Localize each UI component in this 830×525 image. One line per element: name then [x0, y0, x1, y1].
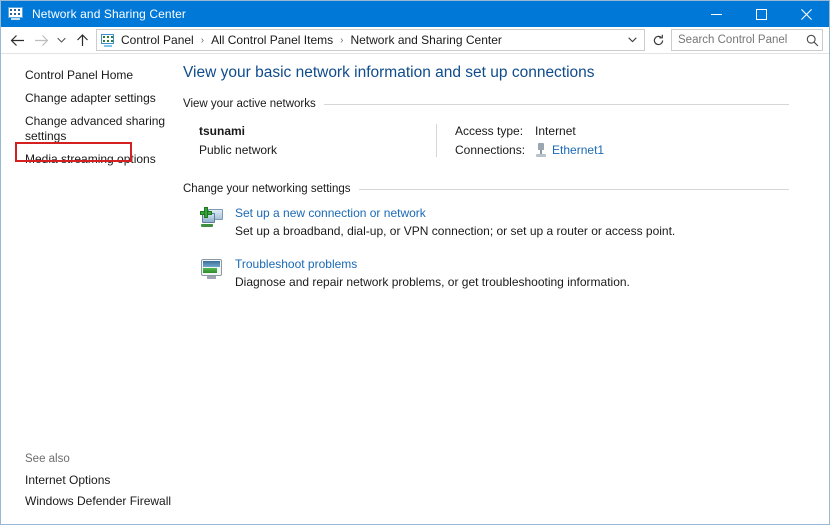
up-level-button[interactable]: [70, 28, 94, 52]
search-box[interactable]: [671, 29, 823, 51]
sidebar-item-control-panel-home[interactable]: Control Panel Home: [1, 64, 179, 87]
network-type: Public network: [199, 143, 436, 157]
networking-settings-section-header: Change your networking settings: [183, 183, 809, 195]
title-bar: Network and Sharing Center: [1, 1, 829, 27]
search-icon[interactable]: [802, 34, 822, 47]
networking-settings-section: Change your networking settings Set up a…: [181, 183, 809, 289]
sidebar-item-change-adapter-settings[interactable]: Change adapter settings: [1, 87, 179, 110]
see-also-title: See also: [1, 453, 179, 470]
breadcrumb: Control Panel › All Control Panel Items …: [119, 33, 504, 47]
connections-value-cell: Ethernet1: [535, 143, 604, 157]
breadcrumb-separator-icon[interactable]: ›: [196, 35, 209, 46]
main-content: View your basic network information and …: [179, 54, 829, 524]
maximize-button[interactable]: [739, 1, 784, 27]
network-sharing-icon: [8, 6, 24, 22]
network-details: Access type: Internet Connections: Ether…: [455, 124, 604, 157]
address-bar[interactable]: Control Panel › All Control Panel Items …: [96, 29, 645, 51]
setting-item-new-connection[interactable]: Set up a new connection or network Set u…: [199, 205, 809, 238]
network-name: tsunami: [199, 124, 436, 138]
access-type-value: Internet: [535, 124, 604, 138]
setting-text-new-connection: Set up a new connection or network Set u…: [235, 205, 675, 238]
section-divider: [359, 189, 790, 190]
breadcrumb-item-0[interactable]: Control Panel: [119, 33, 196, 47]
setting-description-new-connection: Set up a broadband, dial-up, or VPN conn…: [235, 224, 675, 238]
new-connection-icon: [199, 205, 225, 231]
sidebar: Control Panel Home Change adapter settin…: [1, 54, 179, 524]
active-network-row: tsunami Public network Access type: Inte…: [199, 124, 809, 157]
page-title: View your basic network information and …: [183, 64, 809, 82]
troubleshoot-icon: [199, 256, 225, 282]
access-type-label: Access type:: [455, 124, 525, 138]
see-also-item-windows-defender-firewall[interactable]: Windows Defender Firewall: [1, 491, 179, 512]
control-panel-icon: [100, 32, 116, 48]
setting-description-troubleshoot: Diagnose and repair network problems, or…: [235, 275, 630, 289]
setting-item-troubleshoot[interactable]: Troubleshoot problems Diagnose and repai…: [199, 256, 809, 289]
setting-title-new-connection[interactable]: Set up a new connection or network: [235, 206, 675, 220]
section-divider: [324, 104, 789, 105]
setting-text-troubleshoot: Troubleshoot problems Diagnose and repai…: [235, 256, 630, 289]
see-also-section: See also Internet Options Windows Defend…: [1, 453, 179, 524]
window-title: Network and Sharing Center: [32, 7, 186, 21]
connection-link[interactable]: Ethernet1: [552, 143, 604, 157]
breadcrumb-item-1[interactable]: All Control Panel Items: [209, 33, 335, 47]
back-button[interactable]: [5, 28, 29, 52]
see-also-item-internet-options[interactable]: Internet Options: [1, 470, 179, 491]
close-button[interactable]: [784, 1, 829, 27]
search-input[interactable]: [672, 34, 802, 46]
active-networks-section-header: View your active networks: [183, 98, 809, 110]
navigation-bar: Control Panel › All Control Panel Items …: [1, 27, 829, 53]
ethernet-icon: [535, 143, 547, 157]
connections-label: Connections:: [455, 143, 525, 157]
network-identity: tsunami Public network: [199, 124, 436, 157]
breadcrumb-separator-icon[interactable]: ›: [335, 35, 348, 46]
vertical-divider: [436, 124, 437, 157]
forward-button[interactable]: [29, 28, 53, 52]
recent-locations-button[interactable]: [53, 28, 70, 52]
refresh-button[interactable]: [647, 29, 669, 51]
network-sharing-center-window: Network and Sharing Center: [0, 0, 830, 525]
address-dropdown-icon[interactable]: [621, 35, 644, 45]
networking-settings-section-title: Change your networking settings: [183, 183, 351, 195]
setting-title-troubleshoot[interactable]: Troubleshoot problems: [235, 257, 630, 271]
active-networks-section-title: View your active networks: [183, 98, 316, 110]
body-area: Control Panel Home Change adapter settin…: [1, 53, 829, 524]
minimize-button[interactable]: [694, 1, 739, 27]
sidebar-item-media-streaming-options[interactable]: Media streaming options: [1, 148, 179, 171]
window-controls: [694, 1, 829, 27]
breadcrumb-item-2[interactable]: Network and Sharing Center: [348, 33, 503, 47]
sidebar-item-change-advanced-sharing-settings[interactable]: Change advanced sharing settings: [1, 110, 179, 148]
